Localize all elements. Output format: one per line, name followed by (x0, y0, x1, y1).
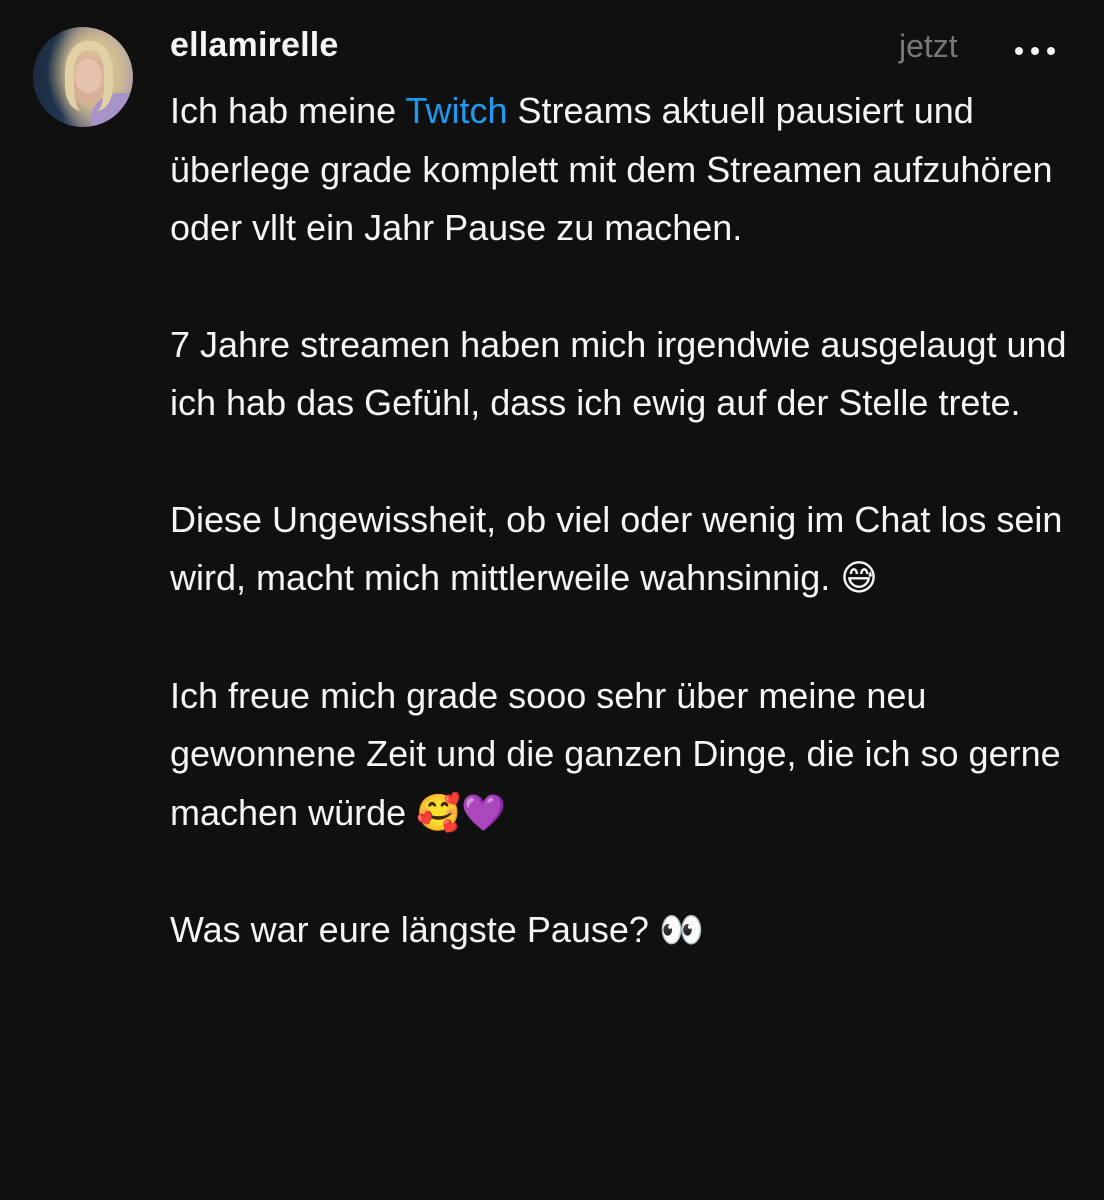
post-paragraph: 7 Jahre streamen haben mich irgendwie au… (170, 323, 1067, 424)
post-body: Ich hab meine Twitch Streams aktuell pau… (170, 82, 1080, 961)
more-horizontal-icon[interactable] (1015, 44, 1065, 58)
eyes-emoji: 👀 (658, 910, 704, 951)
timestamp: jetzt (899, 28, 958, 64)
sweat-smile-emoji: 😅 (840, 558, 878, 599)
text-segment: Was war eure längste Pause? (170, 909, 649, 950)
love-emojis: 🥰💜 (416, 792, 506, 834)
post-paragraph: Ich freue mich grade sooo sehr über mein… (170, 667, 1080, 844)
thread-post: ellamirelle jetzt Ich hab meine Twitch S… (0, 0, 1104, 1200)
twitch-link[interactable]: Twitch (406, 90, 508, 131)
post-paragraph: Was war eure längste Pause? 👀 (170, 901, 1080, 961)
post-paragraph: Ich hab meine Twitch Streams aktuell pau… (170, 82, 1080, 258)
text-segment: Ich freue mich grade sooo sehr über mein… (170, 674, 1061, 833)
more-dot (1015, 47, 1023, 55)
text-segment: Diese Ungewissheit, ob viel oder wenig i… (170, 498, 1063, 599)
username[interactable]: ellamirelle (170, 26, 339, 65)
avatar-hair (65, 41, 113, 111)
more-dot (1047, 47, 1055, 55)
avatar[interactable] (33, 27, 133, 127)
text-segment: Ich hab meine (170, 90, 406, 131)
more-dot (1031, 47, 1039, 55)
post-paragraph: Diese Ungewissheit, ob viel oder wenig i… (170, 491, 1080, 609)
